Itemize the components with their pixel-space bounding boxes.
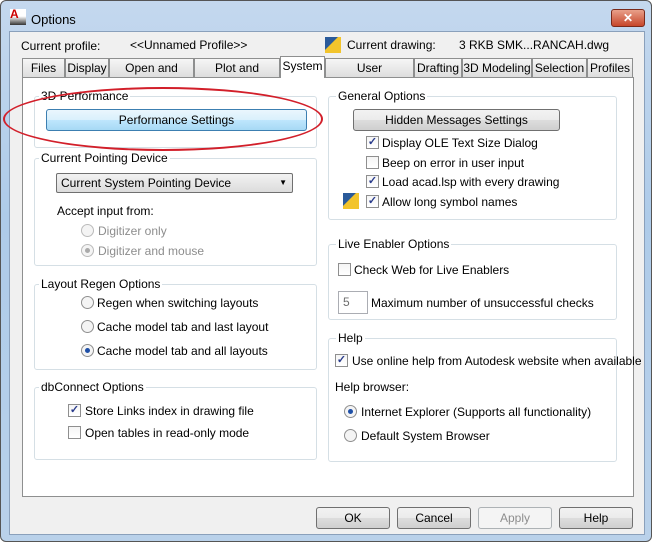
tab-profiles[interactable]: Profiles [587,58,633,78]
check-web-label: Check Web for Live Enablers [354,263,510,277]
online-help-checkbox[interactable]: ✓ [335,354,348,367]
cache-last-layout-radio[interactable] [81,320,94,333]
digitizer-only-radio[interactable] [81,224,94,237]
default-browser-label: Default System Browser [361,429,490,443]
load-acad-label: Load acad.lsp with every drawing [382,175,560,189]
cancel-button[interactable]: Cancel [397,507,471,529]
layout-regen-title: Layout Regen Options [39,277,163,291]
accept-input-label: Accept input from: [57,204,154,218]
read-only-label: Open tables in read-only mode [85,426,250,440]
default-browser-radio[interactable] [344,429,357,442]
dbconnect-title: dbConnect Options [39,380,146,394]
tab-files[interactable]: Files [22,58,65,78]
tab-drafting[interactable]: Drafting [414,58,462,78]
cache-last-layout-label: Cache model tab and last layout [97,320,269,334]
regen-switching-label: Regen when switching layouts [97,296,259,310]
performance-settings-button[interactable]: Performance Settings [46,109,307,131]
check-web-checkbox[interactable] [338,263,351,276]
long-symbol-names-label: Allow long symbol names [382,195,518,209]
live-enabler-title: Live Enabler Options [336,237,452,251]
help-browser-label: Help browser: [335,380,410,394]
help-title: Help [336,331,365,345]
dbconnect-group [34,387,317,460]
store-links-checkbox[interactable]: ✓ [68,404,81,417]
pointing-device-title: Current Pointing Device [39,151,170,165]
tab-3d-modeling[interactable]: 3D Modeling [462,58,532,78]
store-links-label: Store Links index in drawing file [85,404,254,418]
ole-dialog-checkbox[interactable]: ✓ [366,136,379,149]
help-button[interactable]: Help [559,507,633,529]
cache-all-layouts-radio[interactable] [81,344,94,357]
cache-all-layouts-label: Cache model tab and all layouts [97,344,268,358]
tab-system[interactable]: System [280,56,325,78]
internet-explorer-radio[interactable] [344,405,357,418]
chevron-down-icon: ▼ [279,178,287,187]
tab-selection[interactable]: Selection [532,58,587,78]
beep-checkbox[interactable] [366,156,379,169]
tab-plot-and-publish[interactable]: Plot and Publish [194,58,280,93]
general-options-title: General Options [336,89,428,103]
ole-dialog-label: Display OLE Text Size Dialog [382,136,538,150]
ok-button[interactable]: OK [316,507,390,529]
3d-performance-title: 3D Performance [39,89,131,103]
load-acad-checkbox[interactable]: ✓ [366,175,379,188]
beep-label: Beep on error in user input [382,156,525,170]
pointing-device-value: Current System Pointing Device [61,176,232,190]
options-dialog: A Options ✕ Current profile: <<Unnamed P… [0,0,652,542]
digitizer-and-mouse-label: Digitizer and mouse [98,244,205,258]
current-profile-label: Current profile: [21,39,101,53]
read-only-checkbox[interactable] [68,426,81,439]
digitizer-and-mouse-radio[interactable] [81,244,94,257]
online-help-label: Use online help from Autodesk website wh… [352,354,642,368]
current-drawing-value: 3 RKB SMK...RANCAH.dwg [459,38,610,52]
digitizer-only-label: Digitizer only [98,224,167,238]
apply-button[interactable]: Apply [478,507,552,529]
hidden-messages-settings-button[interactable]: Hidden Messages Settings [353,109,560,131]
regen-switching-radio[interactable] [81,296,94,309]
drawing-icon [325,37,341,53]
pointing-device-dropdown[interactable]: Current System Pointing Device ▼ [56,173,293,193]
max-checks-input[interactable]: 5 [338,291,368,314]
close-icon[interactable]: ✕ [611,9,645,27]
internet-explorer-label: Internet Explorer (Supports all function… [361,405,592,419]
long-symbol-names-checkbox[interactable]: ✓ [366,195,379,208]
current-profile-value: <<Unnamed Profile>> [130,38,248,52]
tab-user-preferences[interactable]: User Preferences [325,58,414,93]
max-checks-label: Maximum number of unsuccessful checks [371,296,594,310]
current-drawing-label: Current drawing: [347,38,436,52]
tab-open-and-save[interactable]: Open and Save [109,58,194,93]
autocad-app-icon: A [10,8,26,25]
tab-display[interactable]: Display [65,58,109,78]
drawing-setting-icon [343,193,359,209]
window-title: Options [31,12,76,27]
